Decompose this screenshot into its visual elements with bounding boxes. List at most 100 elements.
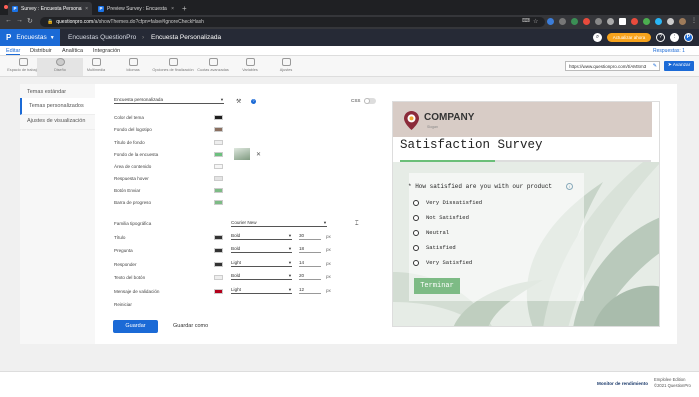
color-label-title-bg: Título de fondo	[114, 140, 145, 145]
reload-icon[interactable]: ↻	[27, 17, 33, 25]
extension-icon[interactable]	[643, 18, 650, 25]
remove-image-icon[interactable]: ✕	[256, 151, 261, 158]
user-avatar[interactable]: P	[684, 33, 693, 42]
questionpro-logo: P	[6, 33, 12, 42]
browser-menu-icon[interactable]: ⋮	[691, 17, 697, 24]
swatch-font-title[interactable]	[214, 235, 223, 240]
swatch-font-question[interactable]	[214, 248, 223, 253]
font-label-title: Título	[114, 235, 126, 240]
swatch-content-area[interactable]	[214, 164, 223, 169]
forward-icon[interactable]: →	[16, 17, 23, 24]
apps-grid-icon[interactable]: ⋮	[670, 33, 679, 42]
responses-count[interactable]: Respuestas: 1	[653, 48, 685, 54]
address-bar[interactable]: 🔒 questionpro.com /a/showThemes.do?cfpn=…	[40, 17, 545, 27]
option-very-satisfied[interactable]: Very Satisfied	[413, 259, 472, 266]
swatch-font-button-text[interactable]	[214, 275, 223, 280]
size-input-question[interactable]: 18	[299, 246, 321, 253]
survey-title: Satisfaction Survey	[400, 138, 543, 152]
extension-key-icon[interactable]: ⌨	[522, 18, 530, 24]
menu-edit[interactable]: Editar	[6, 48, 21, 55]
swatch-logo-bg[interactable]	[214, 127, 223, 132]
extension-icon[interactable]	[655, 18, 662, 25]
swatch-survey-bg[interactable]	[214, 152, 223, 157]
close-tab-icon[interactable]: ×	[171, 6, 174, 12]
save-button[interactable]: Guardar	[113, 320, 158, 333]
chevron-down-icon: ▼	[288, 260, 292, 265]
theme-select[interactable]: Encuesta personalizada ▼	[114, 97, 224, 104]
info-icon[interactable]: i	[566, 183, 573, 190]
tool-settings[interactable]: Ajustes	[263, 58, 309, 72]
sidebar-item-display-settings[interactable]: Ajustes de visualización	[20, 113, 95, 130]
radio-button[interactable]	[413, 259, 419, 266]
css-toggle[interactable]	[364, 98, 376, 104]
size-input-answer[interactable]: 14	[299, 260, 321, 267]
reset-link[interactable]: Reiniciar	[114, 302, 132, 307]
weight-select-button-text[interactable]: Bold ▼	[231, 273, 292, 280]
chevron-down-icon: ▼	[323, 220, 327, 225]
survey-url-field[interactable]: https://www.questionpro.com/t/AMSm3 ✎	[565, 61, 660, 71]
font-family-select[interactable]: Courier New ▼	[231, 220, 327, 227]
bookmark-star-icon[interactable]: ☆	[533, 18, 538, 25]
size-input-button-text[interactable]: 20	[299, 273, 321, 280]
swatch-submit-button[interactable]	[214, 188, 223, 193]
app-switcher[interactable]: P Encuestas ▼	[0, 29, 60, 46]
new-tab-icon[interactable]: +	[182, 4, 187, 13]
chevron-down-icon: ▼	[288, 246, 292, 251]
color-label-theme: Color del tema	[114, 115, 144, 120]
option-satisfied[interactable]: Satisfied	[413, 244, 456, 251]
finish-button[interactable]: Terminar	[414, 278, 460, 294]
breadcrumb-survey[interactable]: Encuesta Personalizada	[151, 34, 221, 41]
option-not-satisfied[interactable]: Not Satisfied	[413, 214, 469, 221]
help-icon[interactable]: ?	[656, 33, 665, 42]
help-icon[interactable]: ?	[251, 99, 256, 104]
tools-icon[interactable]: ⚒	[236, 98, 241, 105]
swatch-answer-hover[interactable]	[214, 176, 223, 181]
app-name: Encuestas	[16, 34, 47, 41]
option-very-dissatisfied[interactable]: Very Dissatisfied	[413, 199, 482, 206]
swatch-font-answer[interactable]	[214, 262, 223, 267]
upgrade-button[interactable]: Actualizar ahora	[607, 33, 651, 42]
advance-button[interactable]: ➤ Avanzar	[664, 61, 694, 71]
browser-tab-survey[interactable]: P Survey : Encuesta Personaliza ×	[8, 2, 92, 15]
search-icon[interactable]: ⌕	[593, 33, 602, 42]
pencil-icon[interactable]: ✎	[653, 63, 657, 69]
company-name: COMPANY	[424, 112, 475, 123]
swatch-font-validation[interactable]	[214, 289, 223, 294]
swatch-progress-bar[interactable]	[214, 200, 223, 205]
background-image-thumbnail[interactable]	[234, 148, 250, 160]
close-tab-icon[interactable]: ×	[85, 6, 88, 12]
back-icon[interactable]: ←	[5, 17, 12, 24]
extension-icon[interactable]	[559, 18, 566, 25]
size-input-title[interactable]: 30	[299, 233, 321, 240]
radio-button[interactable]	[413, 244, 419, 251]
extension-icon[interactable]	[583, 18, 590, 25]
swatch-theme[interactable]	[214, 115, 223, 120]
extension-icon[interactable]	[607, 18, 614, 25]
breadcrumb-workspace[interactable]: Encuestas QuestionPro	[68, 34, 136, 41]
save-as-button[interactable]: Guardar como	[173, 323, 208, 329]
performance-monitor-link[interactable]: Monitor de rendimiento	[597, 381, 648, 386]
swatch-title-bg[interactable]	[214, 140, 223, 145]
profile-avatar[interactable]	[679, 18, 686, 25]
extension-icon[interactable]	[595, 18, 602, 25]
extension-icon[interactable]	[571, 18, 578, 25]
weight-select-title[interactable]: Bold ▼	[231, 233, 292, 240]
radio-button[interactable]	[413, 199, 419, 206]
lock-icon: 🔒	[47, 19, 54, 25]
extension-icon[interactable]	[667, 18, 674, 25]
extension-icon[interactable]	[619, 18, 626, 25]
browser-tab-preview[interactable]: P Preview Survey : Encuesta Pe ×	[94, 2, 178, 15]
extension-icon[interactable]	[631, 18, 638, 25]
extension-icon[interactable]	[547, 18, 554, 25]
radio-button[interactable]	[413, 214, 419, 221]
weight-select-validation[interactable]: Light ▼	[231, 287, 292, 294]
size-input-validation[interactable]: 12	[299, 287, 321, 294]
weight-select-question[interactable]: Bold ▼	[231, 246, 292, 253]
menu-distribute[interactable]: Distribuir	[30, 48, 52, 54]
option-neutral[interactable]: Neutral	[413, 229, 449, 236]
weight-select-answer[interactable]: Light ▼	[231, 260, 292, 267]
radio-button[interactable]	[413, 229, 419, 236]
quota-icon	[208, 58, 218, 66]
menu-analytics[interactable]: Analítica	[62, 48, 83, 54]
menu-integration[interactable]: Integración	[93, 48, 120, 54]
